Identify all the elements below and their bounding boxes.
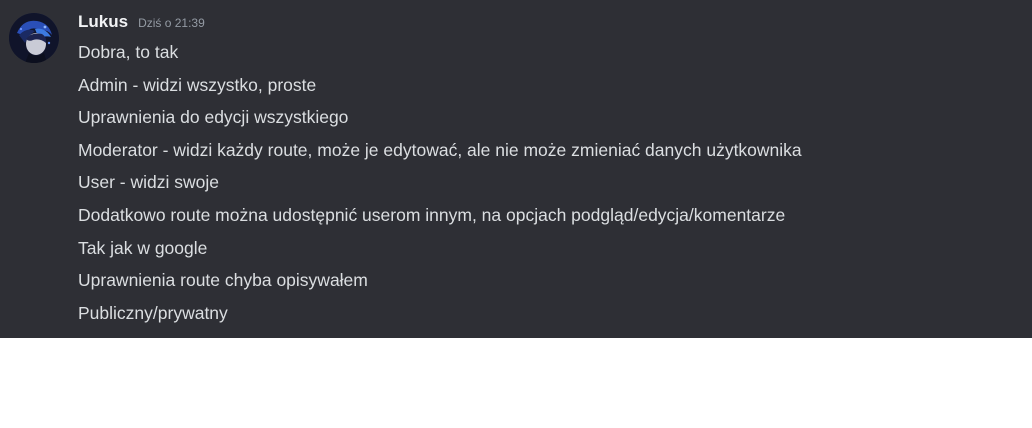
message-line: Tak jak w google — [78, 237, 208, 258]
timestamp: Dziś o 21:39 — [138, 16, 205, 30]
message-line: Uprawnienia route chyba opisywałem — [78, 270, 368, 291]
chat-message: Lukus Dziś o 21:39 Dobra, to tak Admin -… — [0, 0, 1032, 338]
avatar[interactable] — [9, 13, 59, 63]
message-line: Dobra, to tak — [78, 42, 179, 62]
message-line: Dodatkowo route można udostępnić userom … — [78, 204, 786, 225]
message-line: Uprawnienia do edycji wszystkiego — [78, 107, 349, 128]
message-content: Dobra, to tak Admin - widzi wszystko, pr… — [78, 38, 802, 331]
username[interactable]: Lukus — [78, 12, 128, 32]
avatar-image — [9, 13, 59, 63]
message-line: Moderator - widzi każdy route, może je e… — [78, 139, 802, 160]
message-header: Lukus Dziś o 21:39 — [78, 12, 205, 38]
message-line: Admin - widzi wszystko, proste — [78, 74, 317, 95]
message-line: Publiczny/prywatny — [78, 302, 228, 323]
message-line: User - widzi swoje — [78, 172, 219, 193]
